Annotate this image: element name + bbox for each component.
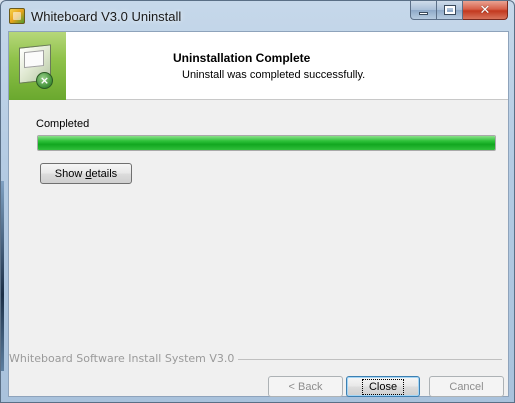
back-label: < Back [288, 380, 323, 393]
progress-bar [37, 135, 496, 151]
dialog-client-area: × Uninstallation Complete Uninstall was … [8, 31, 509, 397]
close-window-button[interactable]: ✕ [463, 1, 508, 20]
back-button[interactable]: < Back [268, 376, 343, 397]
minimize-icon [419, 11, 428, 15]
header-graphic: × [9, 32, 66, 100]
window-edge-strip [1, 181, 4, 371]
close-button[interactable]: Close [346, 376, 420, 397]
minimize-button[interactable] [410, 1, 437, 20]
maximize-button[interactable] [437, 1, 463, 20]
close-icon: ✕ [479, 2, 491, 18]
app-icon [9, 8, 25, 24]
uninstall-window: Whiteboard V3.0 Uninstall ✕ × Uninstalla… [0, 0, 515, 403]
cancel-button[interactable]: Cancel [429, 376, 504, 397]
header-subtitle: Uninstall was completed successfully. [182, 69, 366, 81]
show-details-label: Show details [54, 167, 118, 180]
header-title: Uninstallation Complete [173, 51, 311, 65]
header-panel: × Uninstallation Complete Uninstall was … [9, 32, 508, 100]
cancel-label: Cancel [449, 380, 484, 393]
window-title: Whiteboard V3.0 Uninstall [31, 8, 182, 24]
status-label: Completed [36, 118, 90, 130]
progress-fill [38, 136, 495, 150]
branding-text: Whiteboard Software Install System V3.0 [9, 352, 239, 365]
close-label: Close [361, 378, 405, 395]
x-badge-icon: × [36, 72, 53, 89]
branding-row: Whiteboard Software Install System V3.0 [9, 352, 508, 366]
caption-buttons: ✕ [410, 1, 508, 20]
title-bar[interactable]: Whiteboard V3.0 Uninstall ✕ [1, 1, 514, 31]
maximize-icon [443, 5, 456, 15]
show-details-button[interactable]: Show details [40, 163, 132, 184]
